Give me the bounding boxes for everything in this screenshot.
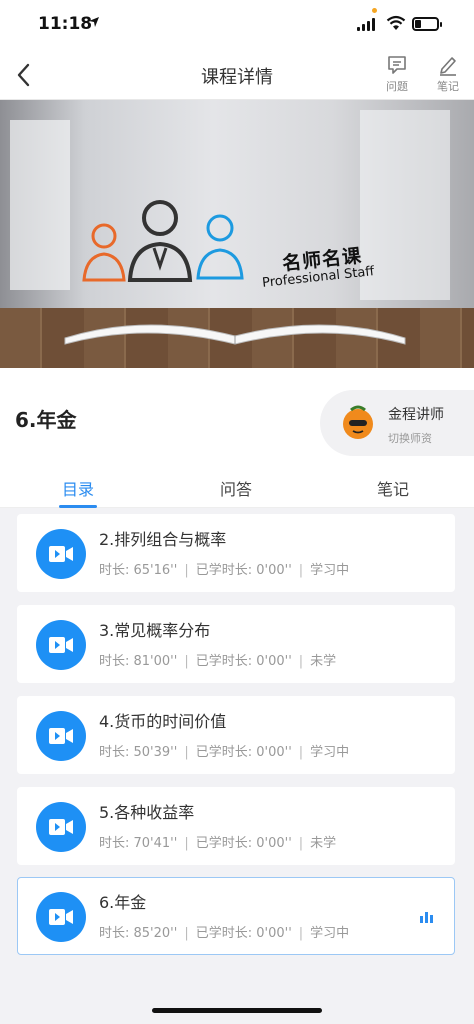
teachers-illustration-icon (82, 200, 244, 282)
lesson-title: 6.年金 (99, 893, 147, 912)
lesson-title: 2.排列组合与概率 (99, 530, 227, 549)
tab-catalog[interactable]: 目录 (38, 476, 118, 500)
video-icon (36, 711, 86, 761)
teacher-avatar-icon (343, 405, 373, 439)
tab-qa[interactable]: 问答 (196, 476, 276, 500)
question-button[interactable]: 问题 (379, 54, 415, 94)
tab-notes[interactable]: 笔记 (353, 476, 433, 500)
lesson-item[interactable]: 2.排列组合与概率 时长: 65'16'' | 已学时长: 0'00'' | 学习中 (17, 514, 455, 592)
course-header: 6.年金 金程讲师 切换师资 目录 问答 笔记 (0, 368, 474, 508)
lesson-meta: 时长: 81'00'' | 已学时长: 0'00'' | 未学 (99, 654, 337, 669)
lesson-title: 3.常见概率分布 (99, 621, 211, 640)
lesson-item[interactable]: 3.常见概率分布 时长: 81'00'' | 已学时长: 0'00'' | 未学 (17, 605, 455, 683)
chat-icon (388, 56, 406, 74)
pencil-icon (440, 57, 456, 76)
teacher-switch-label: 切换师资 (388, 432, 432, 445)
lesson-title: 5.各种收益率 (99, 803, 195, 822)
lesson-item[interactable]: 4.货币的时间价值 时长: 50'39'' | 已学时长: 0'00'' | 学习中 (17, 696, 455, 774)
lesson-title: 4.货币的时间价值 (99, 712, 227, 731)
course-name: 6.年金 (15, 408, 77, 432)
teacher-switch-button[interactable]: 金程讲师 切换师资 (320, 390, 474, 456)
lesson-item-current[interactable]: 6.年金 时长: 85'20'' | 已学时长: 0'00'' | 学习中 (17, 877, 455, 955)
video-icon (36, 529, 86, 579)
teacher-name: 金程讲师 (388, 407, 444, 423)
now-playing-icon (420, 909, 436, 923)
lesson-item[interactable]: 5.各种收益率 时长: 70'41'' | 已学时长: 0'00'' | 未学 (17, 787, 455, 865)
nav-bar: 课程详情 问题 笔记 (0, 50, 474, 100)
lesson-meta: 时长: 50'39'' | 已学时长: 0'00'' | 学习中 (99, 745, 350, 760)
lesson-meta: 时长: 65'16'' | 已学时长: 0'00'' | 学习中 (99, 563, 350, 578)
location-arrow-icon (88, 16, 100, 32)
recording-dot-icon (372, 8, 377, 13)
course-banner: 名师名课 Professional Staff (0, 100, 474, 368)
lesson-meta: 时长: 85'20'' | 已学时长: 0'00'' | 学习中 (99, 926, 350, 941)
status-bar: 11:18 (0, 0, 474, 50)
lesson-meta: 时长: 70'41'' | 已学时长: 0'00'' | 未学 (99, 836, 337, 851)
video-icon (36, 802, 86, 852)
cellular-signal-icon (357, 17, 377, 31)
notes-label: 笔记 (437, 80, 459, 93)
battery-icon (412, 17, 442, 31)
notes-button[interactable]: 笔记 (430, 54, 466, 94)
video-icon (36, 892, 86, 942)
status-time: 11:18 (38, 14, 93, 34)
wifi-icon (386, 15, 406, 35)
home-indicator (152, 1008, 322, 1013)
question-label: 问题 (386, 80, 408, 93)
video-icon (36, 620, 86, 670)
open-book-icon (64, 324, 406, 345)
tab-bar: 目录 问答 笔记 (0, 468, 474, 508)
lesson-list: 2.排列组合与概率 时长: 65'16'' | 已学时长: 0'00'' | 学习中 3… (0, 508, 474, 1024)
